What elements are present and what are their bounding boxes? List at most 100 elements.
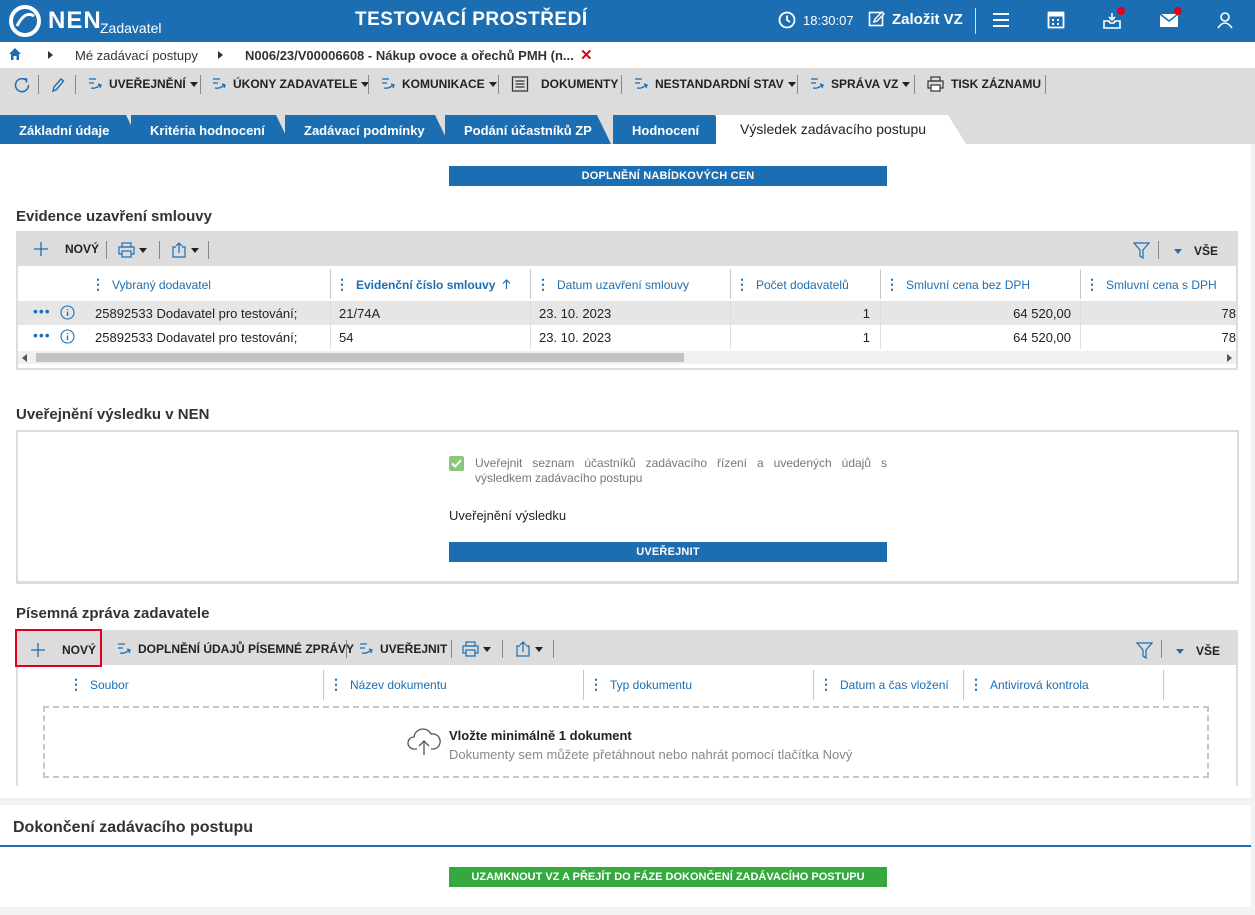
main-menu-button[interactable] bbox=[991, 10, 1011, 30]
cell-cislo: 21/74A bbox=[339, 306, 381, 321]
tab-podani-ucastniku[interactable]: Podání účastníků ZP bbox=[445, 115, 611, 144]
breadcrumb-item-current[interactable]: N006/23/V00006608 - Nákup ovoce a ořechů… bbox=[245, 48, 574, 63]
logo[interactable]: NEN bbox=[8, 4, 102, 38]
toolbar-divider bbox=[914, 75, 915, 94]
tab-kriteria-hodnoceni[interactable]: Kritéria hodnocení bbox=[131, 115, 290, 144]
pisemna-view-all-select[interactable]: VŠE bbox=[1176, 644, 1220, 658]
user-button[interactable] bbox=[1215, 10, 1235, 30]
col-label: Smluvní cena s DPH bbox=[1106, 277, 1217, 292]
toolbar-divider bbox=[1161, 640, 1162, 658]
evidence-export-menu[interactable] bbox=[171, 242, 199, 258]
doplneni-nabidkovych-cen-button[interactable]: DOPLNĚNÍ NABÍDKOVÝCH CEN bbox=[449, 166, 887, 186]
evidence-section-title: Evidence uzavření smlouvy bbox=[16, 208, 212, 225]
ukony-zadavatele-menu[interactable]: ÚKONY ZADAVATELE bbox=[212, 76, 370, 92]
doplneni-udaju-button[interactable]: DOPLNĚNÍ ÚDAJŮ PÍSEMNÉ ZPRÁVY bbox=[117, 641, 354, 657]
col-typ-dokumentu[interactable]: ⋮ Typ dokumentu bbox=[589, 676, 692, 693]
column-divider bbox=[1163, 670, 1164, 700]
cell-divider bbox=[1080, 301, 1081, 349]
cell-dodavatel: 25892533 Dodavatel pro testování; bbox=[95, 330, 298, 345]
scroll-right-icon[interactable] bbox=[1227, 354, 1232, 362]
col-cena-s-dph[interactable]: ⋮ Smluvní cena s DPH bbox=[1085, 276, 1217, 293]
pisemna-print-menu[interactable] bbox=[462, 641, 491, 657]
info-icon[interactable] bbox=[60, 329, 75, 344]
doplneni-udaju-label: DOPLNĚNÍ ÚDAJŮ PÍSEMNÉ ZPRÁVY bbox=[138, 642, 355, 656]
col-cena-bez-dph[interactable]: ⋮ Smluvní cena bez DPH bbox=[885, 276, 1030, 293]
edit-button[interactable] bbox=[51, 77, 65, 93]
create-vz-button[interactable]: Založit VZ bbox=[868, 10, 963, 28]
uverejneni-menu[interactable]: UVEŘEJNĚNÍ bbox=[88, 76, 198, 92]
evidence-filter-button[interactable] bbox=[1133, 242, 1150, 259]
column-menu-icon: ⋮ bbox=[735, 276, 749, 292]
komunikace-menu[interactable]: KOMUNIKACE bbox=[381, 76, 497, 92]
tab-hodnoceni[interactable]: Hodnocení bbox=[613, 115, 729, 144]
row-actions-icon[interactable]: ••• bbox=[33, 303, 51, 319]
caret-down-icon bbox=[488, 81, 497, 87]
nestandardni-stav-menu[interactable]: NESTANDARDNÍ STAV bbox=[634, 76, 796, 92]
sprava-vz-menu[interactable]: SPRÁVA VZ bbox=[810, 76, 911, 92]
create-vz-label: Založit VZ bbox=[892, 10, 963, 28]
uverejnit-button[interactable]: UVEŘEJNIT bbox=[449, 542, 887, 562]
tab-bar: Základní údaje Kritéria hodnocení Zadáva… bbox=[0, 101, 1255, 144]
mail-button[interactable] bbox=[1159, 7, 1182, 30]
cell-s-dph: 78 bbox=[1221, 306, 1236, 321]
col-label: Název dokumentu bbox=[350, 677, 447, 692]
action-icon bbox=[89, 78, 102, 89]
col-datum-vlozeni[interactable]: ⋮ Datum a čas vložení bbox=[819, 676, 949, 693]
logo-icon bbox=[9, 5, 41, 37]
toolbar-divider bbox=[1045, 75, 1046, 94]
header-divider bbox=[975, 8, 976, 34]
col-evidencni-cislo[interactable]: ⋮ Evidenční číslo smlouvy bbox=[335, 276, 511, 293]
uzamknout-vz-button[interactable]: UZAMKNOUT VZ A PŘEJÍT DO FÁZE DOKONČENÍ … bbox=[449, 867, 887, 887]
evidence-new-label: NOVÝ bbox=[65, 242, 100, 256]
toolbar-divider bbox=[368, 75, 369, 94]
calculator-icon bbox=[1047, 11, 1065, 29]
col-soubor[interactable]: ⋮ Soubor bbox=[69, 676, 129, 693]
caret-down-icon bbox=[139, 247, 147, 253]
action-icon bbox=[118, 643, 131, 654]
col-antivirova-kontrola[interactable]: ⋮ Antivirová kontrola bbox=[969, 676, 1089, 693]
cell-bez-dph: 64 520,00 bbox=[1013, 306, 1071, 321]
column-divider bbox=[323, 670, 324, 700]
refresh-button[interactable] bbox=[13, 76, 31, 94]
column-menu-icon: ⋮ bbox=[335, 276, 349, 292]
tab-vysledek-zadavaciho-postupu[interactable]: Výsledek zadávacího postupu bbox=[716, 115, 966, 144]
breadcrumb-item-moje-postupy[interactable]: Mé zadávací postupy bbox=[75, 48, 198, 63]
col-nazev-dokumentu[interactable]: ⋮ Název dokumentu bbox=[329, 676, 447, 693]
caret-down-icon bbox=[902, 81, 911, 87]
evidence-view-all-select[interactable]: VŠE bbox=[1174, 244, 1218, 258]
cell-datum: 23. 10. 2023 bbox=[539, 330, 612, 345]
close-icon[interactable]: ✕ bbox=[580, 46, 593, 64]
info-icon[interactable] bbox=[60, 305, 75, 320]
tab-zakladni-udaje[interactable]: Základní údaje bbox=[0, 115, 140, 144]
inbox-button[interactable] bbox=[1102, 7, 1125, 30]
scrollbar-thumb[interactable] bbox=[36, 353, 684, 362]
row-actions-icon[interactable]: ••• bbox=[33, 327, 51, 343]
refresh-icon bbox=[14, 77, 30, 93]
dokonceni-section: Dokončení zadávacího postupu UZAMKNOUT V… bbox=[0, 805, 1251, 907]
col-vybrany-dodavatel[interactable]: ⋮ Vybraný dodavatel bbox=[91, 276, 211, 293]
evidence-print-menu[interactable] bbox=[118, 242, 147, 258]
table-row[interactable]: ••• 25892533 Dodavatel pro testování; 54… bbox=[18, 325, 1236, 349]
caret-down-icon bbox=[1176, 648, 1184, 654]
document-dropzone[interactable]: Vložte minimálně 1 dokument Dokumenty se… bbox=[43, 706, 1209, 778]
scroll-left-icon[interactable] bbox=[22, 354, 27, 362]
pisemna-uverejnit-button[interactable]: UVEŘEJNIT bbox=[359, 641, 447, 657]
toolbar-divider bbox=[498, 75, 499, 94]
caret-down-icon bbox=[787, 81, 796, 87]
tisk-zaznamu-button[interactable]: TISK ZÁZNAMU bbox=[927, 76, 1041, 92]
action-icon bbox=[811, 78, 824, 89]
toolbar-divider bbox=[621, 75, 622, 94]
horizontal-scrollbar[interactable] bbox=[18, 351, 1236, 364]
dokumenty-button[interactable]: DOKUMENTY bbox=[511, 76, 618, 92]
dropzone-title: Vložte minimálně 1 dokument bbox=[449, 728, 632, 743]
tab-zadavaci-podminky[interactable]: Zadávací podmínky bbox=[285, 115, 449, 144]
publish-participants-checkbox[interactable] bbox=[449, 456, 464, 471]
table-row[interactable]: ••• 25892533 Dodavatel pro testování; 21… bbox=[18, 301, 1236, 325]
col-pocet-dodavatelu[interactable]: ⋮ Počet dodavatelů bbox=[735, 276, 849, 293]
home-link[interactable] bbox=[8, 47, 22, 61]
pisemna-filter-button[interactable] bbox=[1136, 642, 1153, 659]
evidence-new-button[interactable]: NOVÝ bbox=[33, 241, 99, 257]
calculator-button[interactable] bbox=[1046, 10, 1066, 30]
col-datum-uzavreni[interactable]: ⋮ Datum uzavření smlouvy bbox=[536, 276, 689, 293]
pisemna-export-menu[interactable] bbox=[515, 641, 543, 657]
